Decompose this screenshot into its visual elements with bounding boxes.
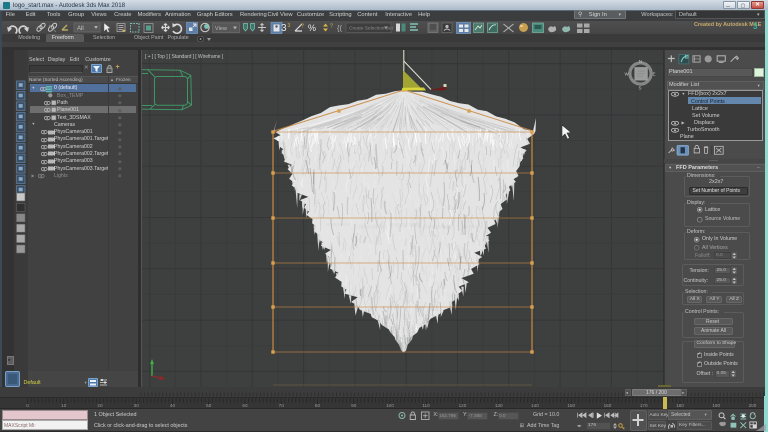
svg-text:All: All bbox=[77, 26, 84, 32]
svg-text:%: % bbox=[308, 23, 316, 33]
svg-text:S: S bbox=[639, 86, 642, 91]
svg-text:N: N bbox=[639, 59, 642, 64]
svg-text:?: ? bbox=[301, 24, 304, 30]
svg-text:{(: {( bbox=[337, 24, 343, 33]
svg-text:Create Selection Set: Create Selection Set bbox=[349, 26, 394, 32]
svg-text:View: View bbox=[215, 26, 227, 32]
svg-text:E: E bbox=[653, 72, 656, 77]
svg-text:3: 3 bbox=[281, 23, 287, 34]
svg-text:?: ? bbox=[330, 24, 333, 30]
svg-text:3: 3 bbox=[288, 23, 291, 29]
